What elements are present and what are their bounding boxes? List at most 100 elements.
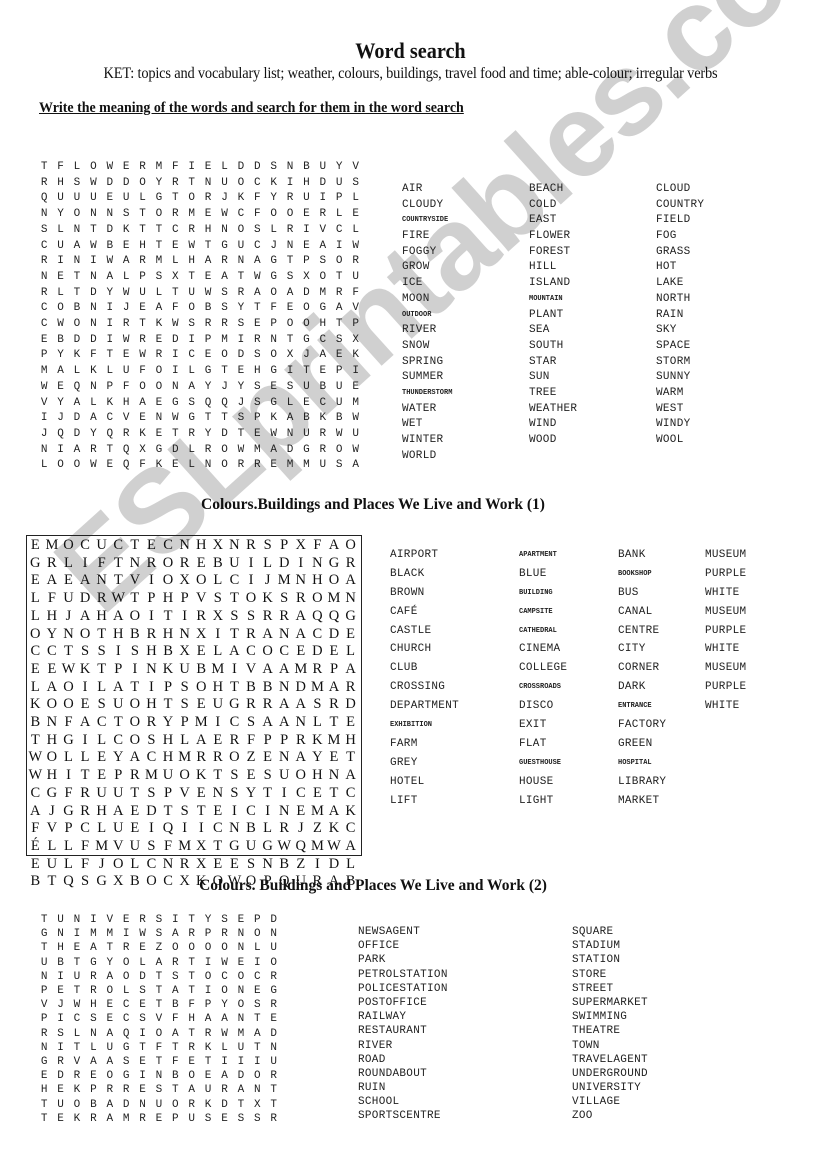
- grid-letter: I: [172, 914, 179, 926]
- grid-letter: L: [30, 678, 40, 695]
- word-column: SQUARE STADIUM STATION STORE STREET SUPERMARK…: [572, 925, 648, 1124]
- grid-letter: U: [237, 239, 245, 252]
- grid-letter: U: [319, 161, 327, 173]
- grid-letter: X: [253, 1098, 261, 1111]
- grid-letter: Q: [57, 427, 64, 440]
- grid-letter: T: [113, 714, 123, 731]
- grid-letter: R: [139, 333, 146, 346]
- grid-letter: E: [296, 802, 306, 819]
- grid-letter: E: [204, 161, 212, 173]
- word-list-item: CROSSING: [390, 681, 446, 694]
- grid-letter: D: [90, 286, 97, 299]
- word-list-item: COLLEGE: [519, 662, 568, 675]
- grid-letter: N: [106, 208, 114, 221]
- grid-letter: C: [113, 537, 124, 553]
- grid-letter: I: [232, 660, 237, 677]
- word-list-item: TOWN: [572, 1039, 600, 1052]
- grid-letter: N: [90, 302, 97, 315]
- grid-letter: D: [328, 855, 340, 872]
- grid-letter: O: [270, 956, 277, 969]
- grid-letter: J: [98, 855, 105, 872]
- grid-letter: O: [328, 572, 340, 589]
- grid-letter: A: [319, 349, 327, 362]
- grid-letter: W: [139, 349, 146, 362]
- grid-letter: I: [319, 192, 327, 205]
- grid-letter: N: [312, 554, 323, 571]
- grid-letter: D: [237, 161, 245, 173]
- word-list-item: WIND: [529, 418, 557, 431]
- grid-letter: I: [352, 365, 359, 378]
- grid-letter: E: [303, 239, 310, 252]
- grid-letter: F: [172, 161, 179, 173]
- grid-letter: A: [262, 714, 273, 731]
- grid-letter: N: [204, 176, 212, 189]
- grid-letter: P: [335, 192, 343, 205]
- grid-letter: T: [106, 942, 114, 955]
- grid-letter: R: [312, 660, 323, 677]
- grid-letter: S: [221, 914, 228, 926]
- grid-letter: N: [46, 714, 58, 731]
- grid-letter: W: [221, 208, 228, 221]
- grid-letter: Y: [245, 784, 257, 801]
- grid-letter: T: [64, 643, 73, 660]
- grid-letter: T: [139, 1041, 146, 1054]
- grid-letter: O: [129, 714, 141, 731]
- grid-letter: A: [57, 365, 64, 378]
- grid-letter: W: [106, 255, 114, 268]
- grid-letter: S: [139, 1013, 146, 1026]
- word-list-item: SUNNY: [656, 371, 691, 384]
- grid-letter: O: [139, 176, 146, 189]
- grid-letter: T: [270, 1084, 277, 1097]
- grid-letter: Q: [328, 607, 340, 624]
- grid-letter: E: [147, 537, 156, 553]
- grid-letter: K: [73, 1084, 81, 1097]
- grid-letter: E: [30, 660, 40, 677]
- grid-letter: R: [130, 767, 140, 784]
- word-list-item: WET: [402, 418, 423, 431]
- grid-letter: S: [180, 678, 189, 695]
- grid-letter: Y: [106, 286, 114, 299]
- grid-letter: L: [64, 855, 73, 872]
- grid-row: ÉLLFMVUSFMXTGUGWQMWA: [27, 838, 361, 856]
- grid-letter: R: [246, 696, 256, 713]
- grid-letter: B: [204, 302, 212, 315]
- grid-letter: H: [319, 318, 327, 331]
- grid-letter: H: [253, 365, 261, 378]
- grid-letter: U: [57, 914, 64, 926]
- grid-letter: W: [40, 380, 48, 393]
- grid-letter: R: [146, 554, 157, 571]
- grid-letter: D: [172, 443, 179, 456]
- grid-letter: Y: [237, 380, 245, 393]
- grid-letter: U: [303, 427, 310, 440]
- grid-letter: R: [188, 427, 196, 440]
- grid-letter: C: [229, 714, 240, 731]
- grid-row: CCTSSISHBXELACOCEDEL: [27, 643, 361, 661]
- grid-letter: G: [270, 365, 277, 378]
- grid-letter: N: [40, 270, 48, 283]
- grid-letter: S: [230, 607, 239, 624]
- grid-letter: Y: [204, 914, 212, 926]
- grid-letter: L: [47, 837, 57, 854]
- grid-letter: R: [204, 443, 212, 456]
- grid-letter: U: [139, 286, 146, 299]
- grid-letter: T: [286, 333, 294, 346]
- grid-letter: A: [106, 1056, 114, 1069]
- grid-letter: U: [188, 286, 196, 299]
- grid-letter: M: [95, 837, 109, 854]
- grid-letter: T: [40, 1098, 48, 1111]
- grid-letter: F: [57, 161, 64, 173]
- grid-letter: U: [106, 1041, 114, 1054]
- grid-letter: H: [345, 731, 356, 748]
- grid-letter: T: [40, 942, 48, 955]
- grid-letter: D: [237, 349, 245, 362]
- grid-letter: A: [319, 239, 327, 252]
- grid-letter: N: [270, 1041, 277, 1054]
- grid-letter: O: [57, 302, 64, 315]
- grid-letter: T: [213, 767, 223, 784]
- grid-letter: N: [253, 1084, 261, 1097]
- grid-letter: E: [130, 820, 140, 837]
- grid-letter: M: [45, 537, 59, 553]
- grid-letter: R: [352, 255, 359, 268]
- grid-letter: N: [204, 459, 212, 472]
- grid-letter: N: [179, 537, 190, 553]
